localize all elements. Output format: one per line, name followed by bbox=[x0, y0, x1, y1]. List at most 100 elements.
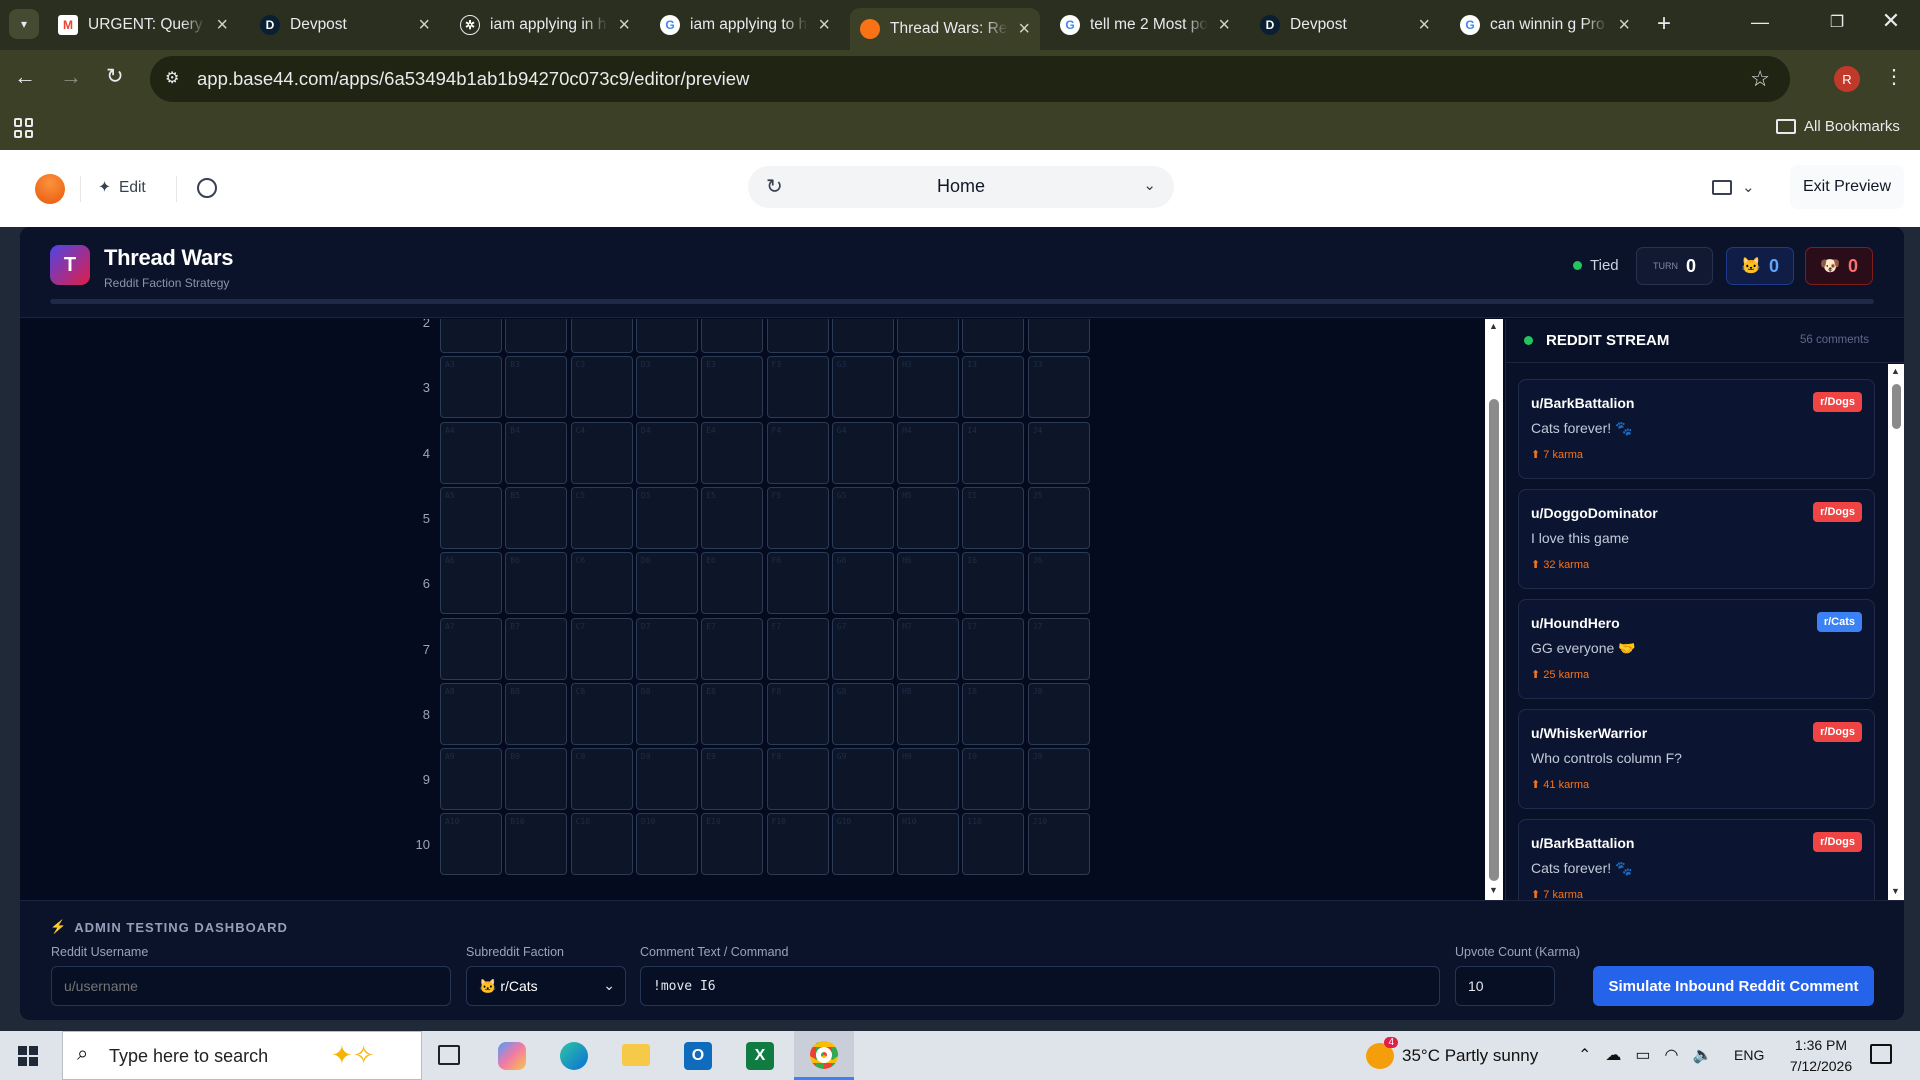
board-cell[interactable]: B3 bbox=[505, 356, 568, 419]
board-cell[interactable]: H8 bbox=[897, 682, 960, 745]
chrome-taskbar-button[interactable] bbox=[794, 1031, 854, 1080]
board-cell[interactable]: G5 bbox=[831, 486, 894, 549]
board-cell[interactable]: B9 bbox=[505, 748, 568, 811]
board-cell[interactable]: J10 bbox=[1027, 813, 1090, 876]
file-explorer-icon[interactable] bbox=[622, 1044, 650, 1066]
board-cell[interactable]: H10 bbox=[897, 813, 960, 876]
board-cell[interactable]: E8 bbox=[701, 682, 764, 745]
board-cell[interactable]: F3 bbox=[766, 356, 829, 419]
browser-tab[interactable]: D Devpost × bbox=[250, 8, 440, 42]
reload-button[interactable]: ↻ bbox=[106, 64, 136, 94]
browser-tab[interactable]: Gcan winnin g Pro × bbox=[1450, 8, 1640, 42]
browser-tab[interactable]: Gtell me 2 Most po × bbox=[1050, 8, 1240, 42]
board-cell[interactable]: G4 bbox=[831, 421, 894, 484]
volume-icon[interactable]: 🔈 bbox=[1693, 1045, 1713, 1065]
close-tab-icon[interactable]: × bbox=[818, 14, 830, 37]
scrollbar-thumb[interactable] bbox=[1892, 384, 1901, 429]
board-cell[interactable]: E10 bbox=[701, 813, 764, 876]
board-cell[interactable]: A5 bbox=[440, 486, 502, 549]
board-cell[interactable]: D5 bbox=[635, 486, 698, 549]
language-indicator[interactable]: ENG bbox=[1734, 1047, 1764, 1063]
page-selector[interactable]: ↻ Home ⌄ bbox=[748, 166, 1174, 208]
board-cell[interactable]: A4 bbox=[440, 421, 502, 484]
browser-tab[interactable]: D Devpost × bbox=[1250, 8, 1440, 42]
battery-icon[interactable]: ▭ bbox=[1635, 1045, 1650, 1065]
base44-logo-icon[interactable] bbox=[35, 174, 65, 204]
profile-avatar[interactable]: R bbox=[1834, 66, 1860, 92]
exit-preview-button[interactable]: Exit Preview bbox=[1790, 165, 1904, 209]
stream-scrollbar[interactable]: ▲ ▼ bbox=[1888, 364, 1904, 900]
board-cell[interactable]: E9 bbox=[701, 748, 764, 811]
close-tab-icon[interactable]: × bbox=[1618, 14, 1630, 37]
scroll-down-icon[interactable]: ▼ bbox=[1489, 885, 1498, 895]
scroll-up-icon[interactable]: ▲ bbox=[1891, 366, 1900, 376]
scroll-up-icon[interactable]: ▲ bbox=[1489, 321, 1498, 331]
board-cell[interactable]: H7 bbox=[897, 617, 960, 680]
board-cell[interactable]: H4 bbox=[897, 421, 960, 484]
board-cell[interactable]: D10 bbox=[635, 813, 698, 876]
board-cell[interactable]: G6 bbox=[831, 552, 894, 615]
close-tab-icon[interactable]: × bbox=[418, 14, 430, 37]
board-cell[interactable]: A2 bbox=[440, 319, 502, 353]
board-cell[interactable]: B8 bbox=[505, 682, 568, 745]
windows-start-icon[interactable] bbox=[18, 1046, 38, 1066]
board-cell[interactable]: A3 bbox=[440, 356, 502, 419]
board-cell[interactable]: I5 bbox=[962, 486, 1025, 549]
wifi-icon[interactable]: ◠ bbox=[1665, 1045, 1679, 1065]
url-text[interactable]: app.base44.com/apps/6a53494b1ab1b94270c0… bbox=[197, 68, 749, 90]
board-cell[interactable]: H3 bbox=[897, 356, 960, 419]
board-cell[interactable]: B7 bbox=[505, 617, 568, 680]
close-tab-icon[interactable]: × bbox=[1418, 14, 1430, 37]
board-cell[interactable]: J3 bbox=[1027, 356, 1090, 419]
simulate-comment-button[interactable]: Simulate Inbound Reddit Comment bbox=[1593, 966, 1874, 1006]
edge-icon[interactable] bbox=[560, 1042, 588, 1070]
forward-button[interactable]: → bbox=[60, 64, 90, 94]
browser-tab[interactable]: M URGENT: Query f × bbox=[48, 8, 238, 42]
board-cell[interactable]: A10 bbox=[440, 813, 502, 876]
minimize-button[interactable]: — bbox=[1745, 12, 1775, 36]
device-preview-button[interactable]: ⌄ bbox=[1712, 178, 1755, 196]
board-cell[interactable]: C2 bbox=[570, 319, 633, 353]
board-cell[interactable]: I7 bbox=[962, 617, 1025, 680]
browser-tab[interactable]: Giam applying to h × bbox=[650, 8, 840, 42]
board-cell[interactable]: F9 bbox=[766, 748, 829, 811]
board-cell[interactable]: I8 bbox=[962, 682, 1025, 745]
board-cell[interactable]: D9 bbox=[635, 748, 698, 811]
board-cell[interactable]: J2 bbox=[1027, 319, 1090, 353]
board-cell[interactable]: B2 bbox=[505, 319, 568, 353]
tab-search-button[interactable]: ▾ bbox=[9, 9, 39, 39]
board-cell[interactable]: F2 bbox=[766, 319, 829, 353]
board-cell[interactable]: C10 bbox=[570, 813, 633, 876]
board-cell[interactable]: D8 bbox=[635, 682, 698, 745]
board-cell[interactable]: G2 bbox=[831, 319, 894, 353]
edit-button[interactable]: ✦ Edit bbox=[98, 178, 146, 197]
board-cell[interactable]: J7 bbox=[1027, 617, 1090, 680]
close-tab-icon[interactable]: × bbox=[1018, 18, 1030, 41]
board-cell[interactable]: C7 bbox=[570, 617, 633, 680]
board-cell[interactable]: J4 bbox=[1027, 421, 1090, 484]
back-button[interactable]: ← bbox=[14, 64, 44, 94]
upvote-input[interactable]: 10 bbox=[1455, 966, 1555, 1006]
board-cell[interactable]: G8 bbox=[831, 682, 894, 745]
board-cell[interactable]: G10 bbox=[831, 813, 894, 876]
board-cell[interactable]: G7 bbox=[831, 617, 894, 680]
board-cell[interactable]: C6 bbox=[570, 552, 633, 615]
board-cell[interactable]: H9 bbox=[897, 748, 960, 811]
board-cell[interactable]: A9 bbox=[440, 748, 502, 811]
board-cell[interactable]: J8 bbox=[1027, 682, 1090, 745]
address-bar[interactable]: ⚙ app.base44.com/apps/6a53494b1ab1b94270… bbox=[150, 56, 1790, 102]
browser-tab[interactable]: ✲ iam applying in h × bbox=[450, 8, 640, 42]
scroll-down-icon[interactable]: ▼ bbox=[1891, 886, 1900, 896]
board-cell[interactable]: J9 bbox=[1027, 748, 1090, 811]
board-cell[interactable]: D4 bbox=[635, 421, 698, 484]
board-cell[interactable]: E5 bbox=[701, 486, 764, 549]
board-cell[interactable]: G3 bbox=[831, 356, 894, 419]
bookmark-star-icon[interactable]: ☆ bbox=[1750, 66, 1770, 92]
outlook-icon[interactable]: O bbox=[684, 1042, 712, 1070]
board-cell[interactable]: B4 bbox=[505, 421, 568, 484]
new-tab-button[interactable]: + bbox=[1648, 8, 1680, 40]
board-cell[interactable]: H6 bbox=[897, 552, 960, 615]
close-tab-icon[interactable]: × bbox=[1218, 14, 1230, 37]
browser-menu-button[interactable]: ⋮ bbox=[1884, 64, 1904, 94]
board-cell[interactable]: I9 bbox=[962, 748, 1025, 811]
